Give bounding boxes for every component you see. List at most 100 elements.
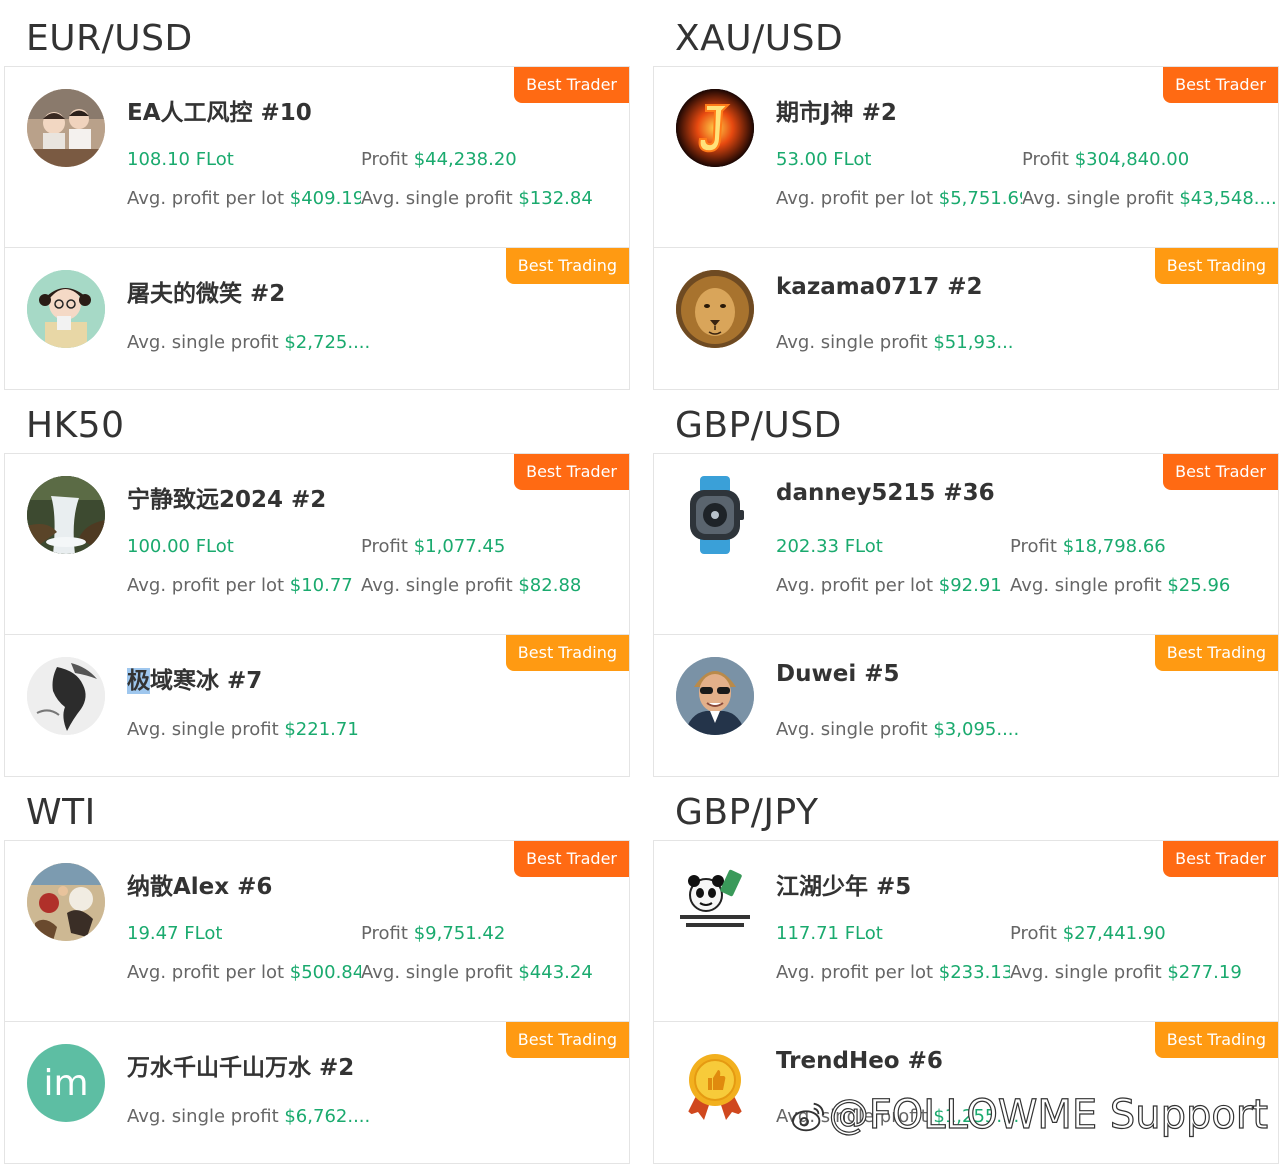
watch-avatar: [676, 476, 754, 554]
best-trading-badge: Best Trading: [505, 635, 629, 671]
trader-name[interactable]: 江湖少年 #5: [776, 867, 911, 901]
avg-single-profit-label: Avg. single profit: [776, 332, 934, 353]
profit-label: Profit: [361, 536, 414, 557]
best-trading-card[interactable]: Best Trading im 万水千山千山万水 #2 Avg. single …: [4, 1021, 630, 1164]
trader-avatar[interactable]: [676, 863, 754, 941]
trader-avatar[interactable]: [676, 476, 754, 554]
section-gbp-usd: GBP/USD Best Trader danney5215 #36 202.3…: [653, 387, 1279, 777]
trader-name[interactable]: 宁静致远2024 #2: [127, 480, 326, 514]
avg-single-profit-value: $25.96: [1167, 575, 1231, 596]
lots-value: 19.47 FLot: [127, 923, 223, 944]
avg-profit-per-lot-label: Avg. profit per lot: [127, 962, 290, 983]
best-trading-badge: Best Trading: [505, 248, 629, 284]
lots-value: 53.00 FLot: [776, 149, 872, 170]
trader-name[interactable]: 万水千山千山万水 #2: [127, 1048, 354, 1082]
avg-profit-per-lot-label: Avg. profit per lot: [776, 188, 939, 209]
trader-name[interactable]: 屠夫的微笑 #2: [127, 274, 285, 308]
avg-single-profit-value: $3,095....: [933, 719, 1020, 740]
profit-value: $1,077.45: [413, 536, 506, 557]
trader-avatar[interactable]: [676, 89, 754, 167]
avg-single-profit-value: $43,548....: [1179, 188, 1276, 209]
profit-label: Profit: [361, 923, 414, 944]
best-trader-badge: Best Trader: [1163, 841, 1278, 877]
ink-painting-avatar: [27, 657, 105, 735]
trader-name[interactable]: TrendHeo #6: [776, 1048, 943, 1074]
trader-name[interactable]: 纳散Alex #6: [127, 867, 272, 901]
best-trader-card[interactable]: Best Trader EA人工风控 #10 108.10 FLot Profi…: [4, 66, 630, 248]
trader-avatar[interactable]: [676, 270, 754, 348]
avg-profit-per-lot-label: Avg. profit per lot: [127, 188, 290, 209]
best-trading-badge: Best Trading: [1154, 635, 1278, 671]
best-trader-card[interactable]: Best Trader 江湖少年 #5 117.71 FLot Profit $…: [653, 840, 1279, 1022]
best-trader-card[interactable]: Best Trader danney5215 #36 202.33 FLot P…: [653, 453, 1279, 635]
trader-name[interactable]: kazama0717 #2: [776, 274, 983, 300]
avg-single-profit-field: Avg. single profit $3,095....: [776, 719, 1019, 740]
avg-single-profit-label: Avg. single profit: [1010, 962, 1168, 983]
trader-avatar[interactable]: [676, 1044, 754, 1122]
trader-name[interactable]: danney5215 #36: [776, 480, 995, 506]
avg-single-profit-label: Avg. single profit: [776, 719, 934, 740]
section-wti: WTI Best Trader 纳散Alex #6 19.47 FLot Pro…: [4, 774, 630, 1166]
avg-single-profit-value: $2,725....: [284, 332, 371, 353]
avg-single-profit-value: $82.88: [518, 575, 582, 596]
best-trader-card[interactable]: Best Trader 纳散Alex #6 19.47 FLot Profit …: [4, 840, 630, 1022]
avg-single-profit-field: Avg. single profit $221.71: [127, 719, 359, 740]
section-hk50: HK50 Best Trader 宁静致远2024 #2 100.00 FLot…: [4, 387, 630, 777]
trader-avatar[interactable]: [27, 476, 105, 554]
weibo-logo-icon: [791, 1102, 824, 1132]
fire-letter-avatar: [676, 89, 754, 167]
photo-children-avatar: [27, 89, 105, 167]
section-xau-usd: XAU/USD Best Trader 期市J神 #2 53.00 FLot P…: [653, 0, 1279, 390]
trader-avatar[interactable]: [676, 657, 754, 735]
avg-profit-per-lot-label: Avg. profit per lot: [776, 575, 939, 596]
best-trader-badge: Best Trader: [514, 841, 629, 877]
best-trading-card[interactable]: Best Trading 极域寒冰 #7 Avg. single profit …: [4, 634, 630, 777]
avg-single-profit-field: Avg. single profit $2,725....: [127, 332, 370, 353]
initials-avatar-text: im: [43, 1062, 89, 1104]
profit-label: Profit: [361, 149, 414, 170]
avg-single-profit-value: $277.19: [1167, 962, 1242, 983]
trader-name-rest: 域寒冰 #7: [150, 668, 263, 694]
trader-name[interactable]: EA人工风控 #10: [127, 93, 312, 127]
trader-avatar[interactable]: [27, 657, 105, 735]
section-eur-usd: EUR/USD Best Trader EA人工风控 #10 108.10 FL…: [4, 0, 630, 390]
lion-avatar: [676, 270, 754, 348]
profit-label: Profit: [1010, 536, 1063, 557]
avg-single-profit-label: Avg. single profit: [127, 719, 285, 740]
best-trading-card[interactable]: Best Trading 屠夫的微笑 #2 Avg. single profit…: [4, 247, 630, 390]
trader-avatar[interactable]: [27, 270, 105, 348]
profit-value: $18,798.66: [1062, 536, 1166, 557]
best-trading-badge: Best Trading: [1154, 248, 1278, 284]
profit-field: Profit $44,238.20: [361, 149, 517, 170]
avg-profit-per-lot-value: $5,751.69: [938, 188, 1022, 209]
avg-single-profit-label: Avg. single profit: [1010, 575, 1168, 596]
trader-name[interactable]: 极域寒冰 #7: [127, 661, 262, 695]
lots-value: 100.00 FLot: [127, 536, 234, 557]
profit-field: Profit $304,840.00: [1022, 149, 1189, 170]
painting-avatar: [27, 863, 105, 941]
trader-name[interactable]: Duwei #5: [776, 661, 899, 687]
section-title: EUR/USD: [26, 18, 193, 59]
avg-single-profit-label: Avg. single profit: [1022, 188, 1180, 209]
avg-profit-per-lot-value: $10.77: [289, 575, 353, 596]
trader-avatar[interactable]: im: [27, 1044, 105, 1122]
best-trading-card[interactable]: Best Trading kazama0717 #2 Avg. single p…: [653, 247, 1279, 390]
section-title: GBP/USD: [675, 405, 842, 446]
best-trader-badge: Best Trader: [514, 454, 629, 490]
avg-single-profit-value: $6,762....: [284, 1106, 371, 1127]
best-trader-card[interactable]: Best Trader 宁静致远2024 #2 100.00 FLot Prof…: [4, 453, 630, 635]
trader-name[interactable]: 期市J神 #2: [776, 93, 897, 127]
avg-single-profit-label: Avg. single profit: [361, 962, 519, 983]
best-trader-card[interactable]: Best Trader 期市J神 #2 53.00 FLot Profit $3…: [653, 66, 1279, 248]
trader-avatar[interactable]: [27, 863, 105, 941]
lots-value: 202.33 FLot: [776, 536, 883, 557]
avg-stats-row: Avg. profit per lot $409.19Avg. single p…: [127, 188, 627, 209]
section-title: GBP/JPY: [675, 792, 819, 833]
best-trading-card[interactable]: Best Trading Duwei #5 Avg. single profit…: [653, 634, 1279, 777]
watermark-text: @FOLLOWME Support: [828, 1091, 1268, 1138]
best-trading-badge: Best Trading: [505, 1022, 629, 1058]
trader-avatar[interactable]: [27, 89, 105, 167]
avg-single-profit-value: $132.84: [518, 188, 593, 209]
profit-label: Profit: [1010, 923, 1063, 944]
avg-profit-per-lot-value: $92.91: [938, 575, 1002, 596]
